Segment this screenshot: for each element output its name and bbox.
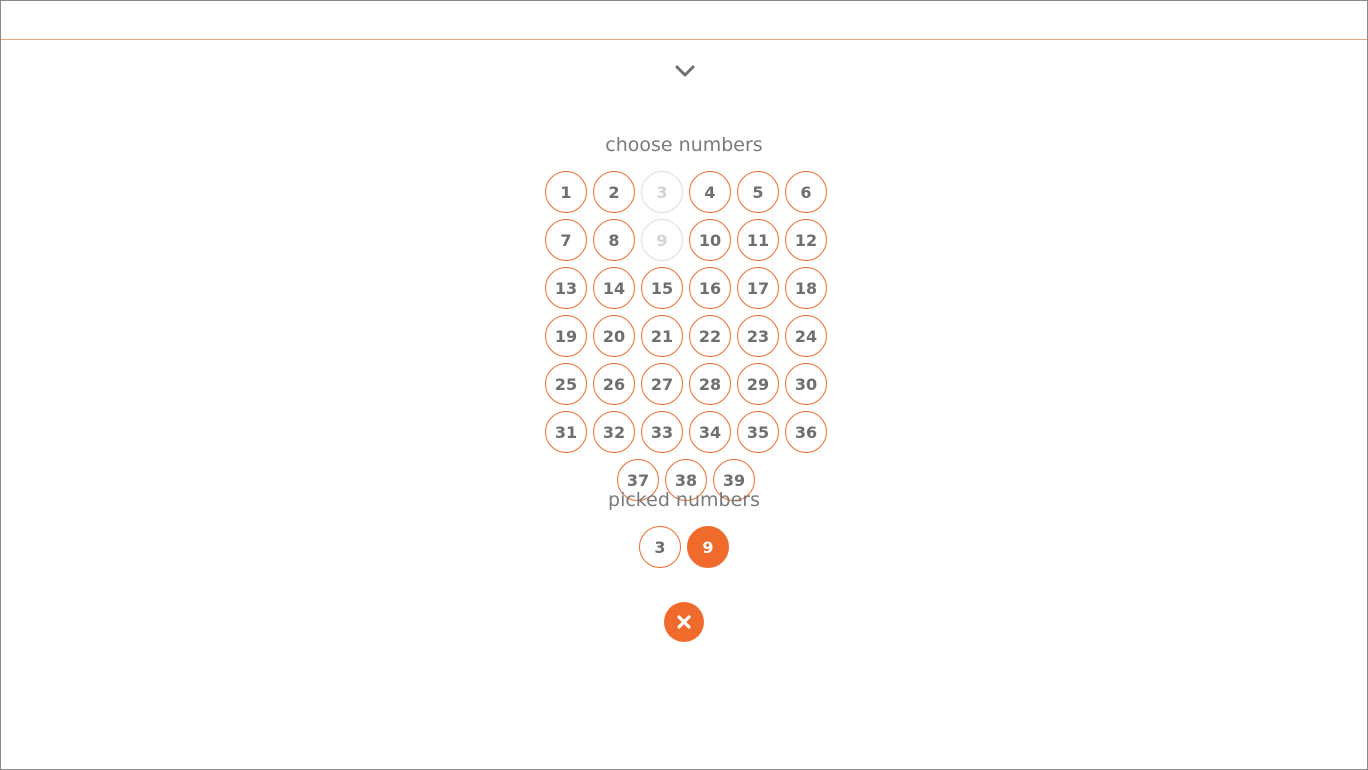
number-ball[interactable]: 30: [785, 363, 827, 405]
number-ball[interactable]: 13: [545, 267, 587, 309]
picked-number-ball[interactable]: 9: [687, 526, 729, 568]
number-ball[interactable]: 17: [737, 267, 779, 309]
number-ball[interactable]: 6: [785, 171, 827, 213]
choose-numbers-title: choose numbers: [605, 134, 763, 156]
number-ball[interactable]: 34: [689, 411, 731, 453]
chevron-down-icon: [675, 65, 695, 77]
picked-number-ball[interactable]: 3: [639, 526, 681, 568]
number-ball[interactable]: 29: [737, 363, 779, 405]
number-ball[interactable]: 8: [593, 219, 635, 261]
number-ball[interactable]: 28: [689, 363, 731, 405]
top-bar: [1, 1, 1367, 40]
clear-picks-button[interactable]: [664, 602, 704, 642]
number-ball[interactable]: 5: [737, 171, 779, 213]
number-ball[interactable]: 36: [785, 411, 827, 453]
close-icon: [677, 615, 691, 629]
number-ball[interactable]: 12: [785, 219, 827, 261]
number-ball: 9: [641, 219, 683, 261]
number-ball[interactable]: 27: [641, 363, 683, 405]
number-ball[interactable]: 14: [593, 267, 635, 309]
number-ball[interactable]: 19: [545, 315, 587, 357]
number-ball[interactable]: 23: [737, 315, 779, 357]
number-ball[interactable]: 10: [689, 219, 731, 261]
number-ball[interactable]: 11: [737, 219, 779, 261]
number-ball[interactable]: 15: [641, 267, 683, 309]
number-ball[interactable]: 22: [689, 315, 731, 357]
picked-numbers-title: picked numbers: [608, 489, 760, 511]
number-ball[interactable]: 20: [593, 315, 635, 357]
number-grid: 1 2 3 4 5 6 7 8 9 10 11 12 13 14 15 16 17 18 19 20 21 22 23 24 2…: [519, 171, 853, 507]
number-ball[interactable]: 35: [737, 411, 779, 453]
number-ball[interactable]: 32: [593, 411, 635, 453]
number-ball[interactable]: 2: [593, 171, 635, 213]
number-ball[interactable]: 31: [545, 411, 587, 453]
number-ball: 3: [641, 171, 683, 213]
number-ball[interactable]: 25: [545, 363, 587, 405]
app-frame: choose numbers 1 2 3 4 5 6 7 8 9 10 11 12 13 14 15 16 17…: [0, 0, 1368, 770]
number-ball[interactable]: 26: [593, 363, 635, 405]
number-ball[interactable]: 33: [641, 411, 683, 453]
picked-numbers-row: 39: [1, 526, 1367, 574]
number-ball[interactable]: 1: [545, 171, 587, 213]
number-ball[interactable]: 24: [785, 315, 827, 357]
collapse-toggle[interactable]: [674, 61, 696, 81]
number-ball[interactable]: 21: [641, 315, 683, 357]
number-ball[interactable]: 16: [689, 267, 731, 309]
number-ball[interactable]: 4: [689, 171, 731, 213]
number-ball[interactable]: 18: [785, 267, 827, 309]
number-ball[interactable]: 7: [545, 219, 587, 261]
